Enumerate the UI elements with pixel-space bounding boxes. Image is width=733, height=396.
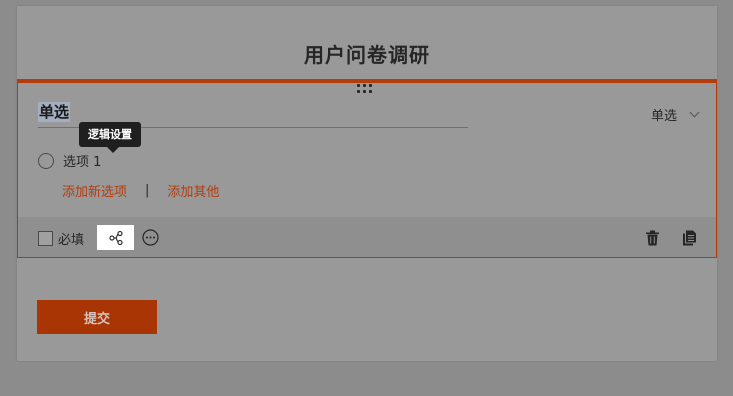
option-label[interactable]: 选项 1 <box>63 151 101 170</box>
more-icon <box>142 229 159 246</box>
delete-button[interactable] <box>644 229 660 246</box>
trash-icon <box>645 230 659 245</box>
option-item[interactable]: 选项 1 <box>38 151 101 170</box>
submit-button[interactable]: 提交 <box>37 300 157 334</box>
copy-icon <box>682 230 696 245</box>
logic-settings-button[interactable] <box>97 225 134 250</box>
question-type-select[interactable]: 单选 <box>650 105 700 124</box>
form-title: 用户问卷调研 <box>304 43 430 67</box>
copy-button[interactable] <box>681 229 697 246</box>
chevron-down-icon <box>689 107 700 118</box>
add-option-links: 添加新选项 | 添加其他 <box>62 181 219 200</box>
logic-settings-tooltip: 逻辑设置 <box>79 122 141 147</box>
drag-handle-icon[interactable] <box>357 84 377 94</box>
tooltip-arrow <box>107 147 119 153</box>
question-title: 单选 <box>38 102 71 122</box>
required-label: 必填 <box>58 233 85 248</box>
more-button[interactable] <box>142 229 159 246</box>
logic-flow-icon <box>108 230 123 245</box>
question-card[interactable]: 单选 单选 选项 1 添加新选项 | 添加其他 必填 <box>17 79 717 258</box>
required-toggle[interactable]: 必填 <box>38 229 84 248</box>
add-option-link[interactable]: 添加新选项 <box>62 181 127 200</box>
add-other-link[interactable]: 添加其他 <box>167 181 219 200</box>
required-checkbox[interactable] <box>38 231 53 246</box>
question-toolbar: 必填 <box>18 217 716 257</box>
link-separator: | <box>145 183 150 198</box>
radio-icon <box>38 152 54 169</box>
question-type-label: 单选 <box>650 109 677 124</box>
form-card: 用户问卷调研 单选 单选 选项 1 添加新选项 | 添加其他 必填 逻辑设置 提… <box>17 6 717 361</box>
